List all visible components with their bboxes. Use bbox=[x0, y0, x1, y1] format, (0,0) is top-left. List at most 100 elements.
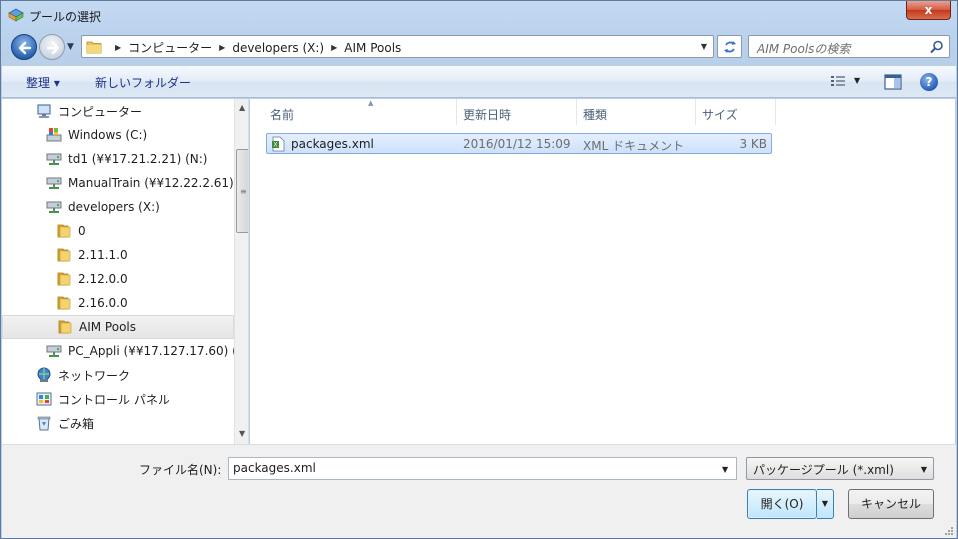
breadcrumb-computer[interactable]: コンピューター bbox=[128, 39, 212, 56]
nav-item-label: developers (X:) bbox=[68, 200, 160, 214]
sort-ascending-icon: ▲ bbox=[368, 99, 374, 107]
navigation-pane: コンピューター Windows (C:) td1 (¥¥17.21.2.21) (N… bbox=[2, 99, 249, 444]
control-panel-icon bbox=[36, 391, 52, 407]
file-size: 3 KB bbox=[739, 137, 767, 151]
back-arrow-icon bbox=[18, 41, 32, 55]
file-list: ▲ 名前 更新日時 種類 サイズ X packages.xml 2016/01/… bbox=[250, 99, 955, 444]
breadcrumb-aim-pools[interactable]: AIM Pools bbox=[344, 41, 401, 55]
forward-button[interactable] bbox=[39, 34, 65, 60]
scroll-up-icon[interactable]: ▲ bbox=[239, 103, 245, 112]
nav-item[interactable]: developers (X:) bbox=[2, 195, 234, 219]
nav-item-label: Windows (C:) bbox=[68, 128, 148, 142]
forward-arrow-icon bbox=[46, 41, 60, 55]
nav-item-label: コンピューター bbox=[58, 104, 143, 119]
chevron-down-icon[interactable]: ▼ bbox=[701, 42, 707, 51]
scrollbar-thumb[interactable]: ≡ bbox=[236, 149, 248, 233]
title-bar[interactable]: プールの選択 x bbox=[1, 1, 957, 31]
bottom-panel: ファイル名(N): packages.xml ▼ パッケージプール (*.xml… bbox=[2, 444, 956, 538]
nav-item[interactable]: コンピューター bbox=[2, 99, 234, 123]
help-label: ? bbox=[925, 75, 933, 89]
file-row[interactable]: X packages.xml 2016/01/12 15:09 XML ドキュメ… bbox=[266, 133, 772, 154]
network-drive-icon bbox=[46, 151, 62, 167]
open-button[interactable]: 開く(O) bbox=[747, 489, 817, 519]
breadcrumb-separator-icon[interactable]: ▶ bbox=[324, 43, 344, 52]
column-header-modified[interactable]: 更新日時 bbox=[457, 99, 577, 125]
network-drive-icon bbox=[46, 343, 62, 359]
breadcrumb-separator-icon[interactable]: ▶ bbox=[108, 43, 128, 52]
drive-icon bbox=[46, 127, 62, 143]
close-icon: x bbox=[924, 3, 933, 17]
nav-item-label: PC_Appli (¥¥17.127.17.60) ( bbox=[68, 344, 237, 358]
file-modified: 2016/01/12 15:09 bbox=[463, 137, 571, 151]
close-button[interactable]: x bbox=[906, 1, 951, 20]
recent-pages-button[interactable]: ▼ bbox=[67, 42, 77, 52]
help-icon[interactable]: ? bbox=[920, 73, 938, 91]
open-options-button[interactable]: ▼ bbox=[817, 489, 834, 519]
cancel-button[interactable]: キャンセル bbox=[848, 489, 934, 519]
nav-item[interactable]: 2.12.0.0 bbox=[2, 267, 234, 291]
column-label: 名前 bbox=[270, 108, 295, 122]
nav-item-label: AIM Pools bbox=[79, 320, 136, 334]
nav-item[interactable]: 2.16.0.0 bbox=[2, 291, 234, 315]
refresh-button[interactable] bbox=[717, 35, 742, 58]
nav-item[interactable]: 0 bbox=[2, 219, 234, 243]
nav-item-label: 0 bbox=[78, 224, 86, 238]
folder-icon bbox=[56, 247, 72, 263]
scroll-down-icon[interactable]: ▼ bbox=[239, 429, 245, 438]
nav-item[interactable]: ごみ箱 bbox=[2, 411, 234, 435]
back-button[interactable] bbox=[11, 34, 37, 60]
recycle-bin-icon bbox=[36, 415, 52, 431]
folder-icon bbox=[56, 295, 72, 311]
nav-item-label: ネットワーク bbox=[58, 368, 131, 383]
nav-item-label: td1 (¥¥17.21.2.21) (N:) bbox=[68, 152, 208, 166]
view-options-chevron-icon[interactable]: ▼ bbox=[854, 76, 860, 85]
filetype-select[interactable]: パッケージプール (*.xml) ▼ bbox=[746, 457, 934, 480]
breadcrumb: ▶ コンピューター ▶ developers (X:) ▶ AIM Pools bbox=[108, 39, 401, 56]
nav-item[interactable]: PC_Appli (¥¥17.127.17.60) ( bbox=[2, 339, 237, 363]
filetype-value: パッケージプール (*.xml) bbox=[753, 463, 894, 477]
column-header-name[interactable]: ▲ 名前 bbox=[264, 99, 457, 125]
nav-item-label: ManualTrain (¥¥12.22.2.61) bbox=[68, 176, 234, 190]
filename-label: ファイル名(N): bbox=[139, 463, 222, 477]
nav-item[interactable]: コントロール パネル bbox=[2, 387, 234, 411]
nav-item[interactable]: td1 (¥¥17.21.2.21) (N:) bbox=[2, 147, 234, 171]
window-title: プールの選択 bbox=[29, 10, 102, 24]
column-label: 種類 bbox=[583, 108, 608, 122]
resize-grip-icon[interactable] bbox=[944, 526, 954, 536]
column-label: 更新日時 bbox=[463, 108, 512, 122]
file-name: packages.xml bbox=[291, 137, 374, 151]
refresh-icon bbox=[724, 41, 736, 53]
folder-icon bbox=[56, 271, 72, 287]
nav-item-label: 2.12.0.0 bbox=[78, 272, 128, 286]
column-label: サイズ bbox=[702, 108, 738, 122]
view-details-icon[interactable] bbox=[830, 74, 846, 90]
network-drive-icon bbox=[46, 199, 62, 215]
folder-icon bbox=[56, 223, 72, 239]
chevron-down-icon: ▼ bbox=[920, 465, 927, 474]
nav-item[interactable]: AIM Pools bbox=[2, 315, 234, 339]
breadcrumb-separator-icon[interactable]: ▶ bbox=[212, 43, 232, 52]
nav-item[interactable]: 2.11.1.0 bbox=[2, 243, 234, 267]
svg-text:X: X bbox=[273, 143, 277, 149]
organize-button[interactable]: 整理 ▾ bbox=[26, 74, 60, 91]
filename-input[interactable]: packages.xml bbox=[228, 457, 737, 480]
file-type: XML ドキュメント bbox=[583, 139, 685, 153]
chevron-down-icon: ▼ bbox=[67, 42, 74, 52]
breadcrumb-developers[interactable]: developers (X:) bbox=[232, 41, 324, 55]
column-header-size[interactable]: サイズ bbox=[696, 99, 776, 125]
nav-item[interactable]: ManualTrain (¥¥12.22.2.61) bbox=[2, 171, 234, 195]
network-icon bbox=[36, 367, 52, 383]
nav-item[interactable]: ネットワーク bbox=[2, 363, 234, 387]
folder-icon bbox=[57, 319, 73, 335]
new-folder-button[interactable]: 新しいフォルダー bbox=[95, 74, 191, 91]
nav-scrollbar[interactable]: ▲ ≡ ▼ bbox=[234, 99, 248, 444]
nav-item[interactable]: Windows (C:) bbox=[2, 123, 234, 147]
chevron-down-icon: ▼ bbox=[821, 499, 829, 508]
chevron-down-icon[interactable]: ▼ bbox=[722, 465, 728, 474]
address-bar[interactable]: ▶ コンピューター ▶ developers (X:) ▶ AIM Pools … bbox=[81, 35, 714, 58]
search-input[interactable]: AIM Poolsの検索 bbox=[757, 40, 850, 57]
preview-pane-icon[interactable] bbox=[884, 74, 902, 90]
search-box[interactable]: AIM Poolsの検索 bbox=[748, 35, 950, 58]
column-header-type[interactable]: 種類 bbox=[577, 99, 696, 125]
search-icon[interactable] bbox=[930, 40, 944, 54]
